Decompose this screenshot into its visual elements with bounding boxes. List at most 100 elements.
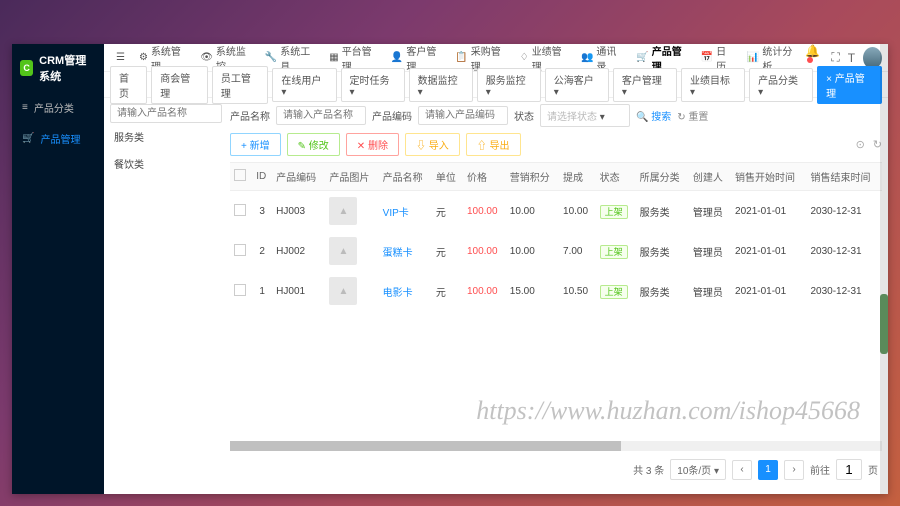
tab-pool[interactable]: 公海客户 ▾ [545,68,609,102]
tab-online[interactable]: 在线用户 ▾ [272,68,336,102]
delete-button[interactable]: ✕ 删除 [346,133,399,156]
search-toggle-icon[interactable]: ⊙ [856,138,865,151]
category-item[interactable]: 服务类 [110,123,222,150]
cell-name: 蛋糕卡 [379,231,432,271]
cell-id: 2 [252,231,272,271]
import-button[interactable]: ⇩ 导入 [405,133,460,156]
checkbox-all[interactable] [234,169,246,181]
tab-datamon[interactable]: 数据监控 ▾ [409,68,473,102]
brand-logo: C CRM管理系统 [12,44,104,92]
cell-price: 100.00 [463,191,506,232]
cell-commission: 7.00 [559,231,596,271]
pager-goto-input[interactable] [836,459,862,480]
pagination: 共 3 条 10条/页 ▾ ‹ 1 › 前往 页 [230,451,882,488]
horizontal-scrollbar[interactable] [230,441,882,451]
sidebar-item-label: 产品管理 [40,131,80,146]
pager-next[interactable]: › [784,460,804,480]
tab-category[interactable]: 产品分类 ▾ [749,68,813,102]
cell-code: HJ001 [272,271,325,311]
category-item[interactable]: 餐饮类 [110,150,222,177]
cart-icon: 🛒 [22,133,34,144]
col-price: 价格 [463,163,506,191]
tab-cron[interactable]: 定时任务 ▾ [341,68,405,102]
cell-end: 2030-12-31 [806,231,882,271]
pager-goto-label: 前往 [810,462,830,477]
cell-id: 1 [252,271,272,311]
col-end: 销售结束时间 [806,163,882,191]
table-row[interactable]: 2 HJ002 ▲ 蛋糕卡 元 100.00 10.00 7.00 上架 服务类… [230,231,882,271]
col-image: 产品图片 [325,163,378,191]
sidebar-item-product[interactable]: 🛒 产品管理 [12,123,104,154]
product-link[interactable]: VIP卡 [383,208,409,219]
cell-id: 3 [252,191,272,232]
cell-code: HJ002 [272,231,325,271]
pager-size-select[interactable]: 10条/页 ▾ [670,459,726,480]
sidebar-item-category[interactable]: ≡ 产品分类 [12,92,104,123]
pager-page-1[interactable]: 1 [758,460,778,480]
row-checkbox[interactable] [234,204,246,216]
cell-commission: 10.50 [559,271,596,311]
cell-end: 2030-12-31 [806,271,882,311]
menu-fold-icon[interactable]: ☰ [110,48,131,67]
fullscreen-icon[interactable]: ⛶ [831,50,839,65]
cell-points: 15.00 [506,271,559,311]
category-search-input[interactable] [110,104,222,123]
cell-points: 10.00 [506,231,559,271]
cell-category: 服务类 [636,191,689,232]
brand-title: CRM管理系统 [39,52,96,84]
brand-badge-icon: C [20,60,33,76]
page-tabs: 首页 商会管理 员工管理 在线用户 ▾ 定时任务 ▾ 数据监控 ▾ 服务监控 ▾… [104,72,888,98]
product-table: ID 产品编码 产品图片 产品名称 单位 价格 营销积分 提成 状态 所属分类 [230,162,882,311]
cell-start: 2021-01-01 [731,271,806,311]
export-button[interactable]: ⇧ 导出 [466,133,521,156]
font-size-icon[interactable]: T [848,51,855,65]
filter-name-label: 产品名称 [230,108,270,123]
col-code: 产品编码 [272,163,325,191]
cell-points: 10.00 [506,191,559,232]
cell-unit: 元 [432,191,463,232]
cell-unit: 元 [432,231,463,271]
cell-category: 服务类 [636,231,689,271]
cell-creator: 管理员 [689,191,731,232]
col-points: 营销积分 [506,163,559,191]
add-button[interactable]: + 新增 [230,133,281,156]
filter-name-input[interactable] [276,106,366,125]
row-checkbox[interactable] [234,284,246,296]
filter-status-select[interactable]: 请选择状态 ▾ [540,104,630,127]
cell-end: 2030-12-31 [806,191,882,232]
pager-total: 共 3 条 [633,462,664,477]
cell-code: HJ003 [272,191,325,232]
cell-start: 2021-01-01 [731,191,806,232]
status-badge: 上架 [600,245,628,259]
reset-button[interactable]: ↻ 重置 [677,108,708,123]
row-checkbox[interactable] [234,244,246,256]
tab-cust[interactable]: 客户管理 ▾ [613,68,677,102]
cell-start: 2021-01-01 [731,231,806,271]
image-placeholder-icon: ▲ [329,197,357,225]
cell-creator: 管理员 [689,231,731,271]
list-icon: ≡ [22,102,28,113]
search-button[interactable]: 🔍 搜索 [636,108,671,123]
col-id: ID [252,163,272,191]
filter-status-label: 状态 [514,108,534,123]
pager-prev[interactable]: ‹ [732,460,752,480]
table-row[interactable]: 3 HJ003 ▲ VIP卡 元 100.00 10.00 10.00 上架 服… [230,191,882,232]
product-link[interactable]: 蛋糕卡 [383,248,413,259]
cell-category: 服务类 [636,271,689,311]
filter-code-label: 产品编码 [372,108,412,123]
category-panel: 服务类 餐饮类 [110,104,222,488]
sidebar: C CRM管理系统 ≡ 产品分类 🛒 产品管理 [12,44,104,494]
pager-page-suffix: 页 [868,462,878,477]
tab-target[interactable]: 业绩目标 ▾ [681,68,745,102]
filter-code-input[interactable] [418,106,508,125]
sidebar-item-label: 产品分类 [34,100,74,115]
col-start: 销售开始时间 [731,163,806,191]
edit-button[interactable]: ✎ 修改 [287,133,340,156]
cell-name: VIP卡 [379,191,432,232]
browser-scrollbar[interactable] [880,44,888,494]
col-creator: 创建人 [689,163,731,191]
tab-svcmon[interactable]: 服务监控 ▾ [477,68,541,102]
table-row[interactable]: 1 HJ001 ▲ 电影卡 元 100.00 15.00 10.50 上架 服务… [230,271,882,311]
col-category: 所属分类 [636,163,689,191]
product-link[interactable]: 电影卡 [383,288,413,299]
